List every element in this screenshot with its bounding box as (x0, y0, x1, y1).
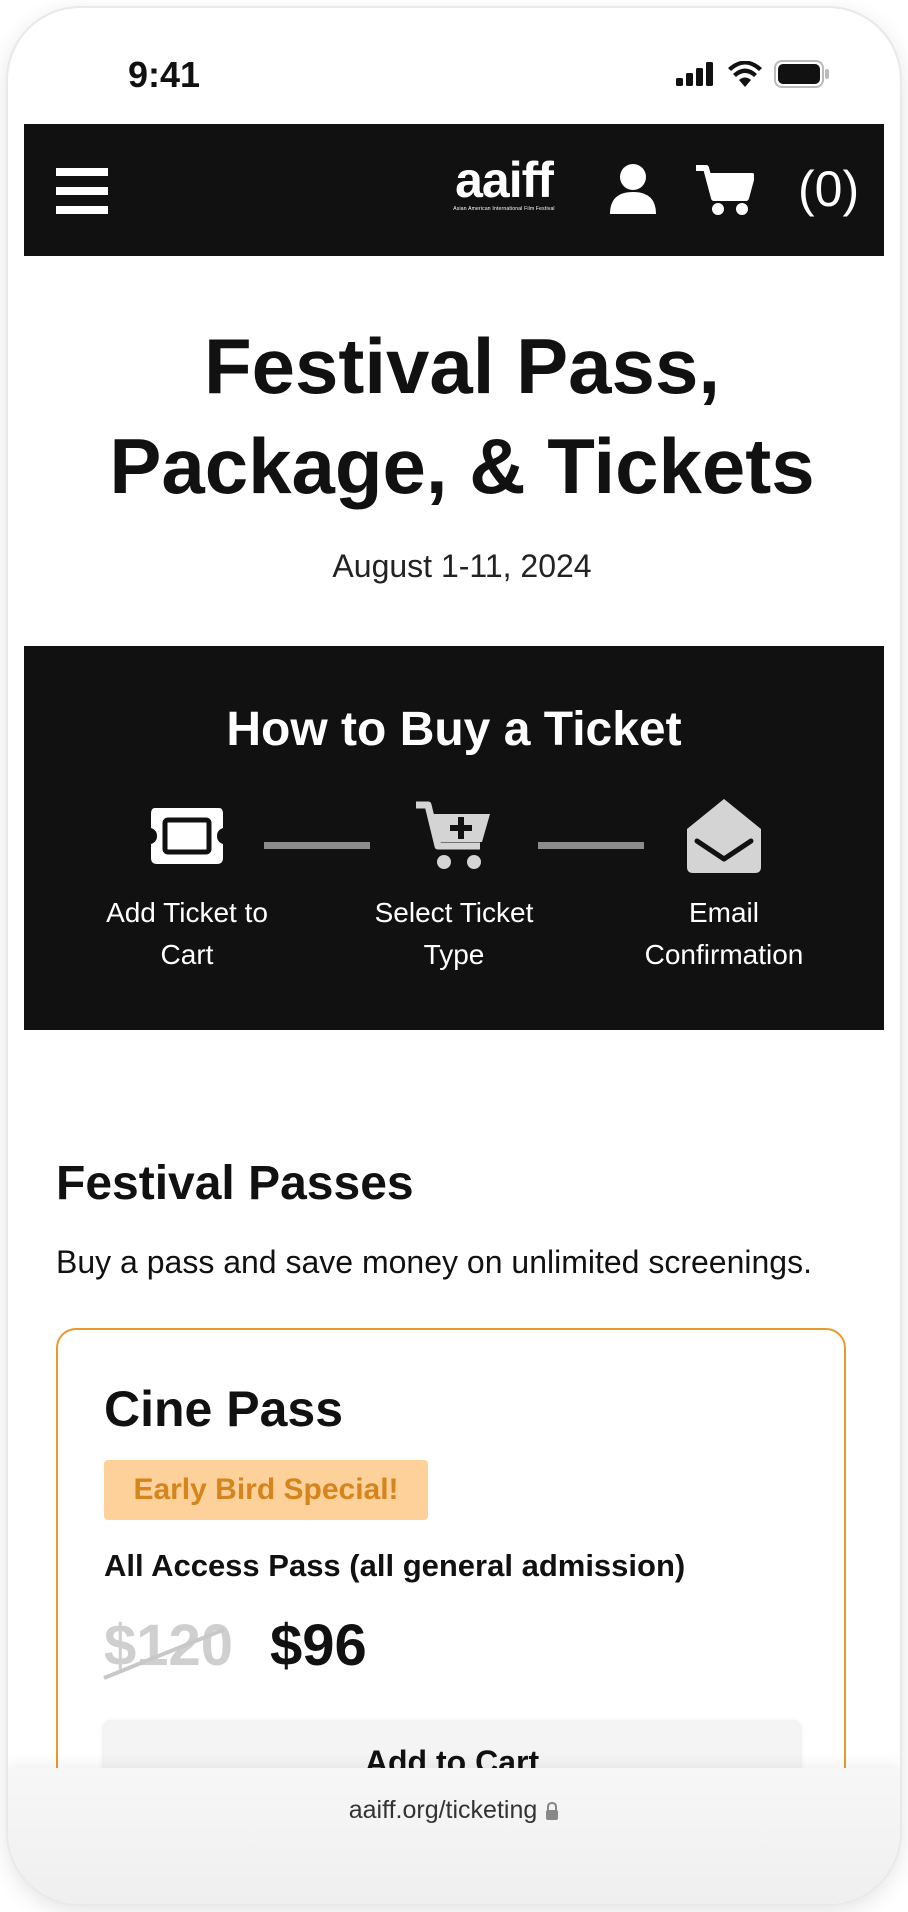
status-icons (676, 60, 830, 88)
phone-frame: 9:41 aaiff Asian American International … (8, 8, 900, 1904)
step-2-label-line-2: Type (423, 939, 485, 970)
step-add-ticket: Add Ticket to Cart (77, 796, 297, 976)
url-text: aaiff.org/ticketing (348, 1796, 538, 1824)
step-2-label-line-1: Select Ticket (374, 897, 534, 928)
step-1-label-line-2: Cart (160, 939, 214, 970)
top-navigation-bar: aaiff Asian American International Film … (24, 124, 884, 256)
festival-passes-description: Buy a pass and save money on unlimited s… (56, 1244, 812, 1280)
page-title-line-1: Festival Pass, (204, 322, 720, 410)
early-bird-badge: Early Bird Special! (104, 1460, 428, 1520)
user-icon[interactable] (610, 164, 656, 214)
page-title-line-2: Package, & Tickets (109, 422, 815, 510)
battery-icon (774, 60, 829, 88)
step-select-type: Select Ticket Type (344, 796, 564, 976)
ticket-icon (151, 808, 223, 864)
pass-name: Cine Pass (104, 1381, 344, 1437)
how-to-buy-section: How to Buy a Ticket Add Ticket to Cart S… (24, 646, 884, 1030)
page-title: Festival Pass, Package, & Tickets (24, 316, 900, 516)
url-row: aaiff.org/ticketing (8, 1796, 900, 1825)
festival-dates: August 1-11, 2024 (332, 548, 592, 584)
signal-icon (676, 62, 713, 86)
step-1-label-line-1: Add Ticket to (106, 897, 268, 928)
step-3-label-line-1: Email (688, 897, 759, 928)
cart-icon[interactable] (696, 164, 754, 216)
pass-description: All Access Pass (all general admission) (104, 1548, 686, 1583)
cart-plus-icon (416, 801, 490, 869)
lock-icon (546, 1802, 559, 1821)
status-time: 9:41 (128, 54, 201, 95)
how-to-buy-title: How to Buy a Ticket (226, 703, 682, 756)
wifi-icon (728, 61, 762, 87)
cart-count[interactable]: (0) (798, 160, 859, 218)
step-email-confirmation: Email Confirmation (614, 796, 834, 976)
envelope-open-icon (687, 799, 761, 873)
step-3-label-line-2: Confirmation (644, 939, 804, 970)
logo-subtitle: Asian American International Film Festiv… (453, 206, 555, 212)
sale-price: $96 (270, 1613, 367, 1678)
hamburger-menu-icon[interactable] (56, 168, 108, 214)
logo-text: aaiff (455, 152, 554, 208)
aaiff-logo[interactable]: aaiff Asian American International Film … (444, 154, 564, 224)
festival-passes-title: Festival Passes (56, 1157, 414, 1210)
status-bar: 9:41 (8, 8, 900, 128)
browser-address-bar[interactable]: aaiff.org/ticketing (8, 1768, 900, 1904)
